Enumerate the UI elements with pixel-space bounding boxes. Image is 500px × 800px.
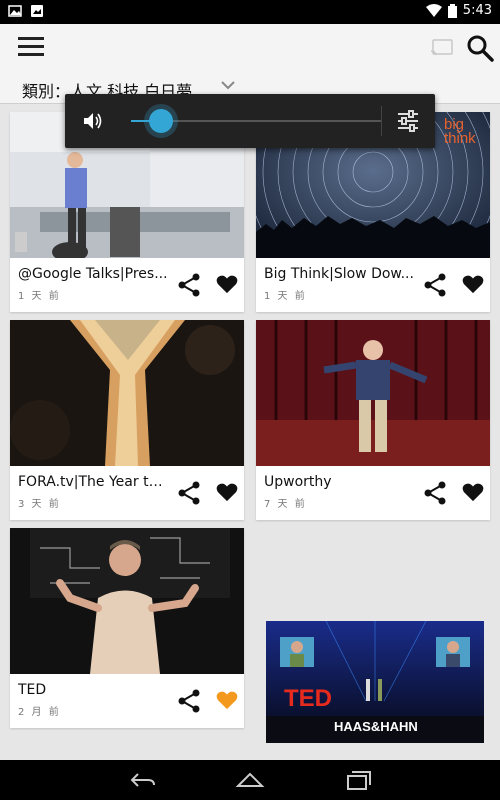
- mini-player-caption: HAAS&HAHN: [334, 719, 418, 734]
- heart-icon[interactable]: [216, 689, 238, 711]
- card-time: 3 天 前: [18, 499, 61, 510]
- photo-icon: [31, 5, 43, 17]
- video-card[interactable]: Upworthy 7 天 前: [256, 320, 490, 520]
- share-icon[interactable]: [422, 480, 448, 506]
- status-bar: 5:43: [0, 0, 500, 24]
- bigthink-logo: big think: [444, 116, 476, 147]
- sliders-icon[interactable]: [395, 108, 421, 134]
- cast-icon[interactable]: [430, 37, 454, 57]
- volume-panel: [65, 94, 435, 148]
- menu-icon[interactable]: [18, 37, 44, 57]
- card-time: 1 天 前: [18, 291, 61, 302]
- home-icon[interactable]: [235, 768, 265, 792]
- ted-logo: TED: [284, 685, 332, 712]
- heart-icon[interactable]: [462, 481, 484, 503]
- back-icon[interactable]: [128, 768, 158, 792]
- heart-icon[interactable]: [462, 273, 484, 295]
- card-title: @Google Talks|Pres...: [18, 266, 168, 282]
- share-icon[interactable]: [422, 272, 448, 298]
- video-thumbnail[interactable]: [10, 528, 244, 674]
- volume-thumb[interactable]: [149, 109, 173, 133]
- navigation-bar: [0, 760, 500, 800]
- video-thumbnail[interactable]: [256, 320, 490, 466]
- video-card[interactable]: FORA.tv|The Year th... 3 天 前: [10, 320, 244, 520]
- heart-icon[interactable]: [216, 481, 238, 503]
- card-time: 1 天 前: [264, 291, 307, 302]
- search-icon[interactable]: [466, 34, 494, 62]
- card-title: Upworthy: [264, 474, 332, 490]
- speaker-icon: [84, 113, 102, 129]
- mini-player[interactable]: TED HAAS&HAHN: [266, 621, 484, 743]
- wifi-icon: [425, 3, 442, 17]
- share-icon[interactable]: [176, 480, 202, 506]
- picture-icon: [8, 5, 22, 17]
- recent-apps-icon[interactable]: [342, 768, 372, 792]
- card-time: 7 天 前: [264, 499, 307, 510]
- chevron-down-icon[interactable]: [220, 79, 236, 91]
- share-icon[interactable]: [176, 688, 202, 714]
- video-card[interactable]: TED 2 月 前: [10, 528, 244, 728]
- volume-slider[interactable]: [131, 109, 381, 133]
- card-title: FORA.tv|The Year th...: [18, 474, 168, 490]
- heart-icon[interactable]: [216, 273, 238, 295]
- status-time: 5:43: [462, 3, 492, 18]
- card-title: Big Think|Slow Dow...: [264, 266, 414, 282]
- share-icon[interactable]: [176, 272, 202, 298]
- app-bar: [0, 24, 500, 70]
- battery-icon: [447, 3, 457, 18]
- video-thumbnail[interactable]: [10, 320, 244, 466]
- card-title: TED: [18, 682, 47, 698]
- card-time: 2 月 前: [18, 707, 61, 718]
- volume-divider: [381, 106, 382, 136]
